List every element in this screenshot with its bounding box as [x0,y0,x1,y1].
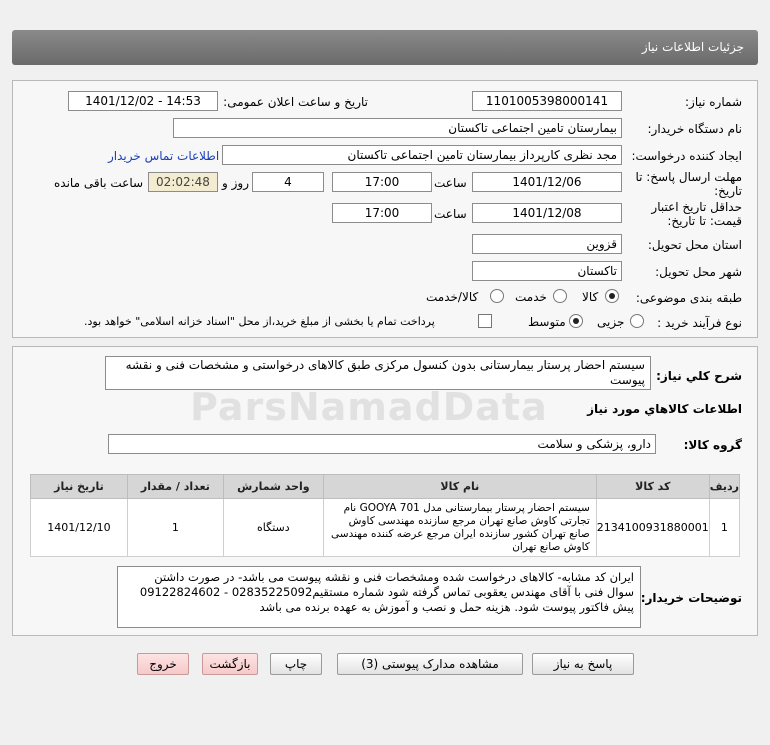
category-radio-goods-service[interactable] [490,289,504,303]
reply-button[interactable]: پاسخ به نیاز [532,653,634,675]
reply-deadline-label-2: تاریخ: [714,184,742,198]
watermark-text: ParsNamadData [190,385,548,429]
goods-group-field: دارو، پزشکی و سلامت [108,434,656,454]
col-code: کد کالا [595,474,710,499]
cell-qty: 1 [126,498,224,557]
print-button[interactable]: چاپ [270,653,322,675]
announce-field: 1401/12/02 - 14:53 [68,91,218,111]
table-row: 1 2134100931880001 سیستم احضار پرستار بی… [30,498,741,557]
validity-label-2: قیمت: تا تاریخ: [667,214,742,228]
treasury-note: پرداخت تمام یا بخشی از مبلغ خرید،از محل … [84,315,435,328]
buyer-notes-label: توضیحات خریدار: [640,591,742,605]
validity-label: حداقل تاریخ اعتبار [651,200,742,214]
days-field: 4 [252,172,324,192]
validity-time-field: 17:00 [332,203,432,223]
buyer-notes-text: ایران کد مشابه- کالاهای درخواست شده ومشخ… [139,570,634,614]
buyer-contact-link[interactable]: اطلاعات تماس خریدار [108,149,219,163]
summary-label: شرح کلي نياز: [656,369,742,383]
col-row: ردیف [708,474,741,499]
reply-deadline-label: مهلت ارسال پاسخ: تا [635,170,742,184]
col-qty: تعداد / مقدار [126,474,224,499]
summary-field: سیستم احضار پرستار بیمارستانی بدون کنسول… [105,356,651,390]
col-unit: واحد شمارش [222,474,324,499]
category-option-goods: کالا [582,290,599,304]
remaining-time-field: 02:02:48 [148,172,218,192]
cell-unit: دستگاه [222,498,324,557]
buyer-org-field: بیمارستان تامین اجتماعی تاکستان [173,118,622,138]
cell-date: 1401/12/10 [30,498,128,557]
col-name: نام کالا [322,474,597,499]
cell-row: 1 [708,498,741,557]
days-label: روز و [222,176,249,190]
treasury-checkbox[interactable] [478,314,492,328]
requester-label: ایجاد کننده درخواست: [631,149,742,163]
announce-label: تاریخ و ساعت اعلان عمومی: [223,95,368,109]
back-button[interactable]: بازگشت [202,653,258,675]
view-documents-button[interactable]: مشاهده مدارک پیوستی (3) [337,653,523,675]
process-radio-medium[interactable] [569,314,583,328]
validity-time-label: ساعت [434,207,467,221]
category-radio-goods[interactable] [605,289,619,303]
goods-table: ردیف کد کالا نام کالا واحد شمارش تعداد /… [30,474,741,557]
validity-date-field: 1401/12/08 [472,203,622,223]
page-title-bar: جزئیات اطلاعات نیاز [12,30,758,65]
page-title: جزئیات اطلاعات نیاز [641,40,744,54]
remaining-time-label: ساعت باقی مانده [54,176,144,190]
need-number-label: شماره نیاز: [685,95,742,109]
city-label: شهر محل تحویل: [655,265,742,279]
summary-text: سیستم احضار پرستار بیمارستانی بدون کنسول… [125,358,645,387]
province-label: استان محل تحویل: [647,238,742,252]
reply-time-label: ساعت [434,176,467,190]
process-radio-minor[interactable] [630,314,644,328]
province-field: قزوین [472,234,622,254]
requester-field: مجد نظری کارپرداز بیمارستان تامین اجتماع… [222,145,622,165]
category-option-service: خدمت [515,290,547,304]
exit-button[interactable]: خروج [137,653,189,675]
process-label: نوع فرآیند خرید : [657,316,742,330]
reply-time-field: 17:00 [332,172,432,192]
category-option-goods-service: کالا/خدمت [426,290,479,304]
category-label: طبقه بندی موضوعی: [635,291,742,305]
cell-code: 2134100931880001 [595,498,710,557]
goods-table-header: ردیف کد کالا نام کالا واحد شمارش تعداد /… [30,474,741,499]
buyer-notes-field: ایران کد مشابه- کالاهای درخواست شده ومشخ… [117,566,641,628]
reply-date-field: 1401/12/06 [472,172,622,192]
buyer-org-label: نام دستگاه خریدار: [647,122,743,136]
city-field: تاکستان [472,261,622,281]
cell-name: سیستم احضار پرستار بیمارستانی مدل GOOYA … [322,498,597,557]
col-date: تاریخ نیاز [30,474,128,499]
goods-section-title: اطلاعات کالاهاي مورد نياز [587,402,742,416]
need-number-field: 1101005398000141 [472,91,622,111]
process-option-minor: جزیی [597,315,625,329]
category-radio-service[interactable] [553,289,567,303]
goods-group-label: گروه کالا: [683,438,742,452]
process-option-medium: متوسط [528,315,566,329]
